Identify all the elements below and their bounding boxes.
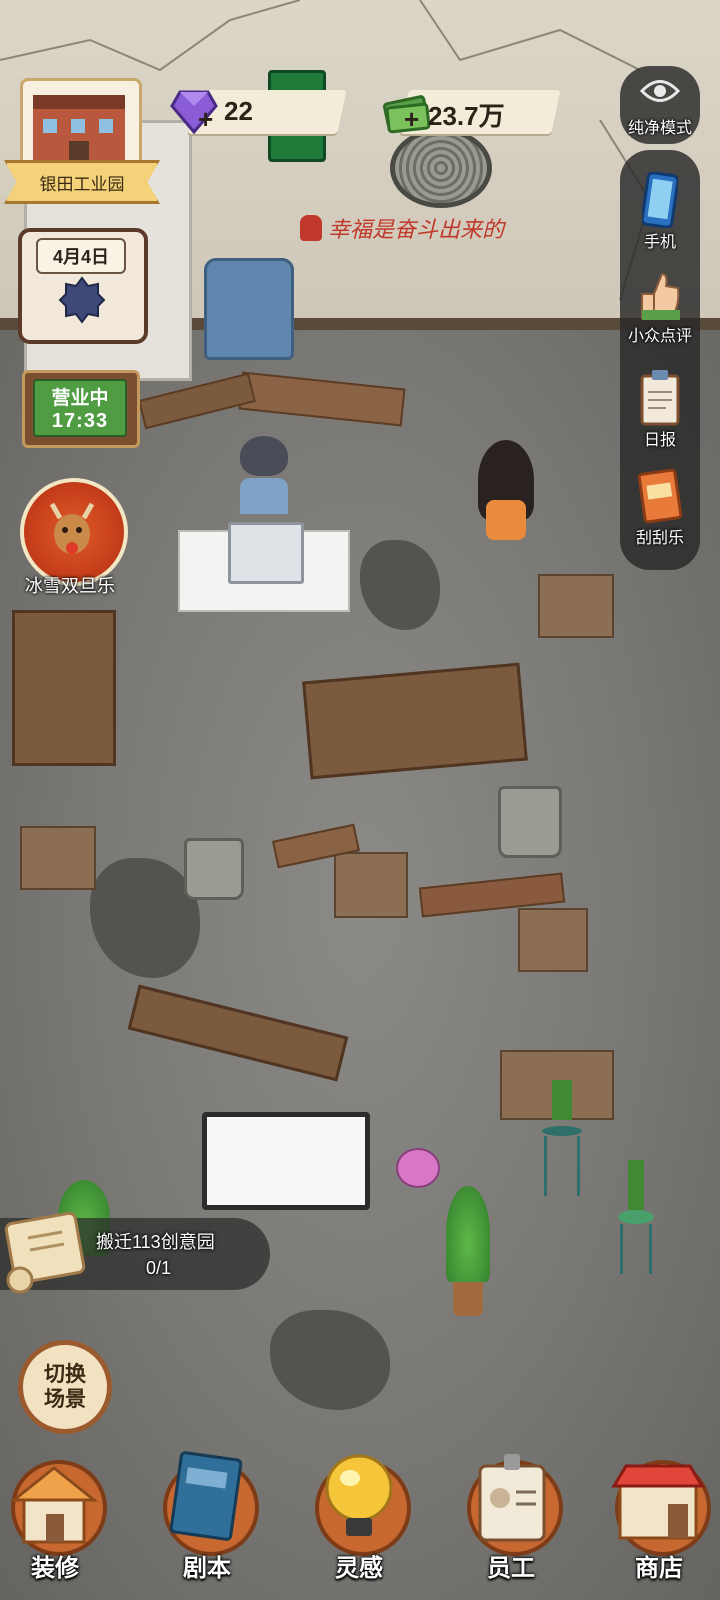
old-table — [302, 662, 528, 780]
phone-icon — [642, 172, 678, 228]
wall-slogan: 幸福是奋斗出来的 — [300, 208, 530, 248]
potted-plant — [446, 1186, 490, 1316]
nav-inspiration-label: 灵感 — [335, 1555, 383, 1582]
money-plus-icon[interactable]: + — [404, 104, 419, 135]
calendar-card[interactable]: 4月4日 — [18, 228, 148, 344]
nav-script-label: 剧本 — [183, 1555, 231, 1582]
script-book-icon — [169, 1451, 243, 1541]
nav-shop-label: 商店 — [635, 1555, 683, 1582]
nav-staff-button[interactable]: 员工 — [456, 1448, 566, 1598]
watering-can — [396, 1148, 440, 1188]
scroll-icon — [4, 1211, 86, 1294]
player-character — [236, 436, 292, 520]
phone-label: 手机 — [643, 234, 676, 251]
trash-can — [498, 786, 562, 858]
daily-report-label: 日报 — [643, 432, 676, 449]
event-reindeer-button[interactable] — [20, 478, 128, 586]
switch-scene-button[interactable]: 切换场景 — [18, 1340, 112, 1434]
location-banner[interactable]: 银田工业园 — [4, 160, 160, 204]
money-amount: 23.7万 — [428, 101, 505, 131]
location-name: 银田工业园 — [39, 174, 125, 194]
clipboard-icon — [640, 370, 680, 426]
fist-icon — [300, 215, 322, 241]
trash-can — [184, 838, 244, 900]
quest-title: 搬迁113创意园 — [96, 1232, 215, 1252]
scratch-card-icon — [637, 468, 683, 524]
house-icon — [9, 1466, 99, 1544]
nav-staff-label: 员工 — [487, 1555, 535, 1582]
employee-girl — [476, 440, 536, 580]
plant-stand — [618, 1160, 654, 1280]
nav-script-button[interactable]: 剧本 — [152, 1448, 262, 1598]
quest-progress: 0/1 — [146, 1258, 172, 1278]
shop-icon — [611, 1464, 705, 1540]
gem-plus-icon[interactable]: + — [198, 104, 213, 135]
scratch-card-label: 刮刮乐 — [635, 530, 684, 547]
right-menu-panel: 手机 小众点评 日报 刮刮乐 — [620, 150, 700, 570]
business-status: 营业中 — [51, 388, 109, 409]
slogan-text: 幸福是奋斗出来的 — [328, 218, 505, 243]
paper-bag — [518, 908, 588, 972]
pure-mode-label: 纯净模式 — [627, 120, 692, 137]
gem-amount: 22 — [224, 96, 253, 126]
paper-bag — [538, 574, 614, 638]
eye-icon — [640, 80, 680, 102]
scratch-card-button[interactable]: 刮刮乐 — [620, 468, 700, 548]
gem-counter[interactable]: + 22 — [170, 88, 350, 136]
wall-fan — [390, 128, 492, 208]
long-bench — [12, 610, 116, 766]
switch-scene-label: 切换场景 — [44, 1363, 86, 1411]
nav-renovate-button[interactable]: 装修 — [0, 1448, 110, 1598]
review-label: 小众点评 — [627, 328, 692, 345]
nav-shop-button[interactable]: 商店 — [604, 1448, 714, 1598]
business-status-sign[interactable]: 营业中 17:33 — [22, 370, 140, 448]
clock-time: 17:33 — [51, 410, 109, 432]
building-icon — [33, 95, 125, 167]
daily-report-button[interactable]: 日报 — [620, 370, 700, 450]
phone-button[interactable]: 手机 — [620, 172, 700, 252]
whiteboard — [202, 1112, 370, 1210]
paper-bag — [334, 852, 408, 918]
nav-inspiration-button[interactable]: 灵感 — [304, 1448, 414, 1598]
location-card[interactable] — [20, 78, 142, 170]
review-button[interactable]: 小众点评 — [620, 270, 700, 346]
paper-bag — [20, 826, 96, 890]
computer-monitor — [228, 522, 304, 584]
reindeer-icon — [49, 502, 95, 554]
thumbs-up-icon — [641, 272, 680, 320]
event-label[interactable]: 冰雪双旦乐 — [10, 572, 130, 598]
lightbulb-icon — [325, 1454, 393, 1536]
date-badge-icon — [58, 276, 106, 324]
nav-renovate-label: 装修 — [31, 1555, 79, 1582]
date-label: 4月4日 — [36, 238, 126, 274]
badge-icon — [478, 1454, 546, 1542]
money-counter[interactable]: + 23.7万 — [382, 88, 562, 136]
plant-stand — [540, 1080, 584, 1200]
armchair — [204, 258, 294, 360]
pure-mode-button[interactable]: 纯净模式 — [620, 66, 700, 144]
